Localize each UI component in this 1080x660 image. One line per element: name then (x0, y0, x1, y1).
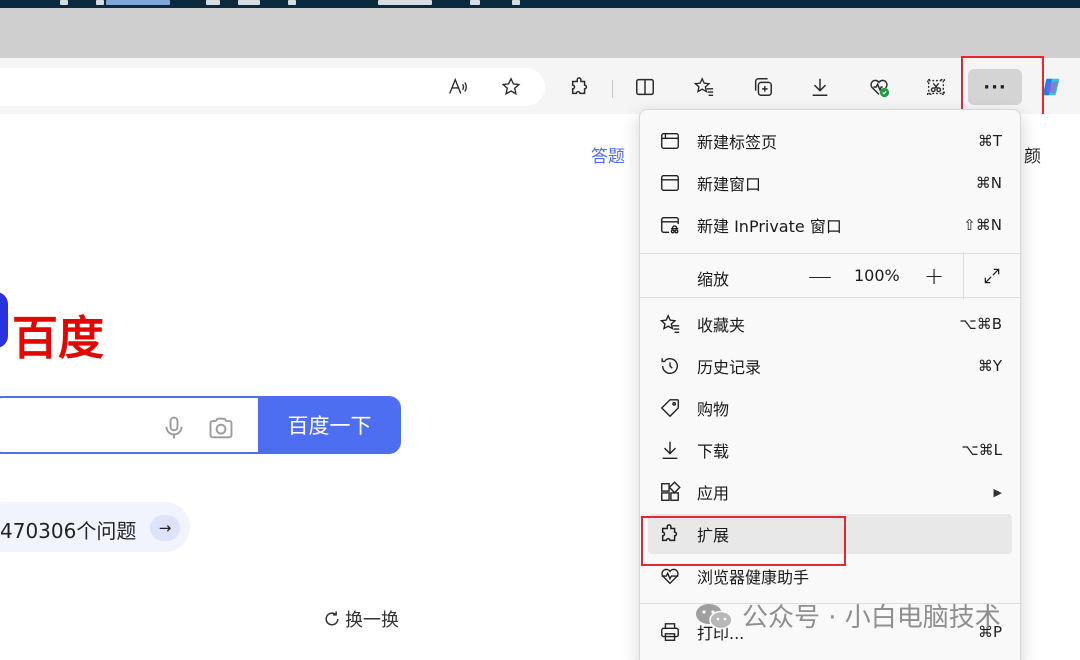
status-blip (512, 0, 520, 5)
system-menu-bar (0, 0, 1080, 8)
status-blip (96, 0, 104, 5)
read-aloud-icon[interactable] (441, 70, 475, 104)
fullscreen-button[interactable] (977, 262, 1007, 290)
top-link-answer[interactable]: 答题 (591, 142, 625, 167)
wechat-icon (696, 603, 733, 629)
hot-question-text[interactable]: 470306个问题 (0, 515, 136, 544)
zoom-value: 100% (854, 266, 900, 285)
split-screen-icon[interactable] (628, 70, 662, 104)
baidu-logo-paw (0, 292, 8, 348)
menu-item-label: 浏览器健康助手 (697, 568, 810, 587)
refresh-link[interactable]: 换一换 (322, 606, 399, 632)
menu-separator (640, 253, 1022, 254)
microphone-icon[interactable] (160, 414, 188, 442)
menu-item-shortcut: ⌘N (975, 174, 1002, 192)
more-icon: ··· (983, 76, 1007, 98)
more-menu: 新建标签页 ⌘T 新建窗口 ⌘N 新建 InPrivate 窗口 ⇧⌘N 缩放 … (639, 109, 1022, 660)
zoom-in-button[interactable]: + (919, 262, 949, 290)
menu-zoom-row: 缩放 — 100% + (640, 252, 1022, 300)
menu-item-label: 下载 (697, 442, 730, 461)
download-icon (658, 438, 682, 462)
menu-item-history[interactable]: 历史记录 ⌘Y (648, 346, 1012, 386)
fullscreen-icon (984, 268, 1000, 284)
extensions-icon (658, 522, 682, 546)
menu-item-browser-health[interactable]: 浏览器健康助手 (648, 556, 1012, 596)
downloads-icon[interactable] (803, 70, 837, 104)
menu-item-new-tab[interactable]: 新建标签页 ⌘T (648, 121, 1012, 161)
menu-item-extensions[interactable]: 扩展 (648, 514, 1012, 554)
menu-item-shortcut: ⌘Y (977, 357, 1002, 375)
menu-item-shortcut: ⌘T (977, 132, 1002, 150)
top-link-color[interactable]: 颜 (1024, 142, 1041, 167)
favorites-icon[interactable] (687, 70, 721, 104)
camera-icon[interactable] (207, 414, 235, 442)
shopping-tag-icon (658, 396, 682, 420)
menu-item-new-window[interactable]: 新建窗口 ⌘N (648, 163, 1012, 203)
health-icon (658, 564, 682, 588)
menu-item-new-inprivate[interactable]: 新建 InPrivate 窗口 ⇧⌘N (648, 205, 1012, 245)
menu-item-downloads[interactable]: 下载 ⌥⌘L (648, 430, 1012, 470)
baidu-logo-text: 百度 (12, 311, 104, 365)
print-icon (658, 620, 682, 644)
menu-item-shopping[interactable]: 购物 (648, 388, 1012, 428)
arrow-right-icon[interactable]: → (150, 515, 180, 541)
inprivate-icon (658, 213, 682, 237)
menu-item-apps[interactable]: 应用 ▶ (648, 472, 1012, 512)
history-icon (658, 354, 682, 378)
status-blip (206, 0, 220, 5)
menu-item-label: 收藏夹 (697, 316, 746, 335)
submenu-arrow-icon: ▶ (993, 485, 1002, 499)
menu-item-shortcut: ⌥⌘B (959, 315, 1002, 333)
menu-item-label: 扩展 (697, 526, 730, 545)
menu-item-label: 应用 (697, 484, 730, 503)
new-window-icon (658, 171, 682, 195)
status-blip (106, 0, 170, 5)
browser-essentials-icon[interactable] (862, 70, 896, 104)
menu-item-label: 购物 (697, 400, 730, 419)
zoom-label: 缩放 (697, 270, 730, 289)
favorites-icon (658, 312, 682, 336)
refresh-icon (325, 611, 339, 626)
zoom-divider (963, 252, 964, 300)
status-blip (238, 0, 260, 5)
toolbar-divider (612, 80, 613, 98)
collections-icon[interactable] (746, 70, 780, 104)
refresh-label: 换一换 (345, 610, 399, 631)
screenshot-icon[interactable] (919, 70, 953, 104)
menu-item-label: 新建标签页 (697, 133, 778, 152)
status-blip (60, 0, 68, 5)
status-blip (378, 0, 432, 5)
watermark-text: 公众号 · 小白电脑技术 (742, 603, 1001, 633)
watermark: 公众号 · 小白电脑技术 (694, 597, 1001, 634)
favorite-star-icon[interactable] (494, 70, 528, 104)
extensions-icon[interactable] (563, 70, 597, 104)
menu-item-label: 新建窗口 (697, 175, 762, 194)
menu-item-shortcut: ⇧⌘N (963, 216, 1002, 234)
new-tab-icon (658, 129, 682, 153)
menu-item-favorites[interactable]: 收藏夹 ⌥⌘B (648, 304, 1012, 344)
zoom-out-button[interactable]: — (805, 262, 835, 290)
menu-item-shortcut: ⌥⌘L (961, 441, 1002, 459)
copilot-icon[interactable] (1034, 70, 1068, 104)
more-button[interactable]: ··· (968, 69, 1022, 105)
status-blip (470, 0, 480, 5)
menu-item-label: 新建 InPrivate 窗口 (697, 217, 842, 236)
baidu-search-button[interactable]: 百度一下 (258, 396, 401, 454)
status-blip (288, 0, 296, 5)
browser-toolbar: ··· (0, 58, 1080, 114)
apps-icon (658, 480, 682, 504)
menu-item-label: 历史记录 (697, 358, 762, 377)
menu-separator (640, 297, 1022, 298)
